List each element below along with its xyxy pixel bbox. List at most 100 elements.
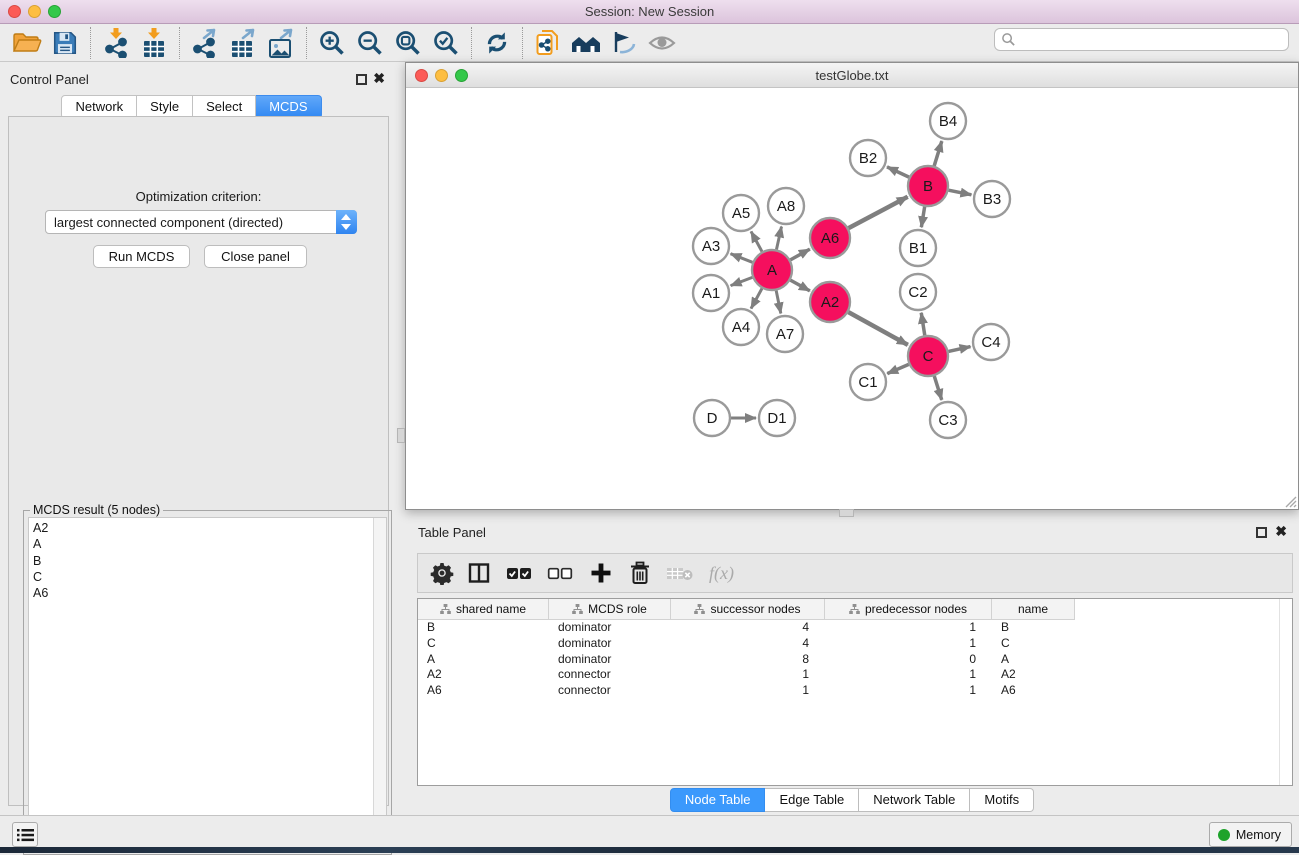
graph-node-A6[interactable]: A6 [810,218,850,258]
graph-node-C3[interactable]: C3 [930,402,966,438]
export-image-button[interactable] [262,26,300,60]
tab-edge-table[interactable]: Edge Table [765,788,859,812]
graph-edge-B-B1[interactable] [921,207,924,228]
graph-edge-A6-B[interactable] [849,197,908,228]
graph-node-A2[interactable]: A2 [810,282,850,322]
float-table-panel-icon[interactable] [1256,527,1267,538]
tab-node-table[interactable]: Node Table [670,788,766,812]
table-row[interactable]: Bdominator41B [418,620,1292,636]
criterion-select[interactable]: largest connected component (directed) [45,210,357,234]
tab-network-table[interactable]: Network Table [859,788,970,812]
add-column-button[interactable] [590,558,612,588]
graph-node-B4[interactable]: B4 [930,103,966,139]
task-history-button[interactable] [12,822,38,847]
import-network-button[interactable] [97,26,135,60]
vertical-splitter-grip[interactable] [397,428,405,443]
graph-node-B2[interactable]: B2 [850,140,886,176]
zoom-out-button[interactable] [351,26,389,60]
table-row[interactable]: A2connector11A2 [418,667,1292,683]
window-resize-grip[interactable] [1283,494,1297,508]
graph-edge-B-B4[interactable] [934,141,942,166]
horizontal-splitter-grip[interactable] [839,509,854,517]
list-item[interactable]: C [33,569,373,585]
table-row[interactable]: A6connector11A6 [418,683,1292,699]
open-file-button[interactable] [8,26,46,60]
graph-node-A4[interactable]: A4 [723,309,759,345]
clone-network-button[interactable] [529,26,567,60]
graph-node-A3[interactable]: A3 [693,228,729,264]
select-all-button[interactable] [506,558,532,588]
graph-node-B3[interactable]: B3 [974,181,1010,217]
graph-edge-A-A4[interactable] [751,288,762,308]
table-row[interactable]: Cdominator41C [418,636,1292,652]
list-scrollbar[interactable] [373,518,386,849]
column-header[interactable]: MCDS role [549,599,671,620]
zoom-fit-button[interactable] [389,26,427,60]
graph-node-D1[interactable]: D1 [759,400,795,436]
show-column-button[interactable] [467,558,491,588]
graph-node-C2[interactable]: C2 [900,274,936,310]
network-canvas[interactable]: B4 B2 B B3 A5A8A6 A3 B1 A A1 C2 A2 A4A7 C4 C C1 C3 D D1 [406,88,1298,509]
table-scrollbar[interactable] [1279,599,1292,785]
delete-table-button[interactable] [666,558,694,588]
close-panel-icon[interactable]: ✖ [373,70,385,86]
close-panel-button[interactable]: Close panel [204,245,307,268]
delete-column-button[interactable] [629,558,651,588]
graph-edge-A-A5[interactable] [751,231,762,251]
graph-node-A[interactable]: A [752,250,792,290]
list-item[interactable]: A [33,536,373,552]
graph-edge-C-C2[interactable] [921,313,925,336]
graph-edge-A-A1[interactable] [731,277,753,285]
zoom-selected-button[interactable] [427,26,465,60]
list-item[interactable]: B [33,553,373,569]
float-panel-icon[interactable] [356,74,367,85]
search-field[interactable] [994,28,1289,51]
column-header[interactable]: shared name [418,599,549,620]
tab-motifs[interactable]: Motifs [970,788,1034,812]
network-window-titlebar[interactable]: testGlobe.txt [406,63,1298,88]
graph-node-A7[interactable]: A7 [767,316,803,352]
apply-layout-button[interactable] [478,26,516,60]
search-input[interactable] [1016,33,1288,47]
list-item[interactable]: A6 [33,585,373,601]
mcds-result-list[interactable]: A2ABCA6 [28,517,387,850]
column-header[interactable]: predecessor nodes [825,599,992,620]
graph-edge-B-B2[interactable] [887,167,909,177]
run-mcds-button[interactable]: Run MCDS [93,245,190,268]
import-table-button[interactable] [135,26,173,60]
export-network-button[interactable] [186,26,224,60]
show-all-button[interactable] [567,26,605,60]
graph-edge-A-A2[interactable] [790,280,809,291]
graph-node-C1[interactable]: C1 [850,364,886,400]
graph-edge-A2-C[interactable] [848,312,907,345]
graph-edge-B-B3[interactable] [949,190,972,195]
graph-node-A5[interactable]: A5 [723,195,759,231]
function-builder-button[interactable]: f(x) [709,558,734,588]
graph-edge-C-C4[interactable] [948,347,970,352]
graph-edge-A-A6[interactable] [790,249,809,260]
graph-edge-A-A3[interactable] [731,254,753,263]
export-table-button[interactable] [224,26,262,60]
graph-edge-A-A7[interactable] [776,291,781,314]
graph-node-C4[interactable]: C4 [973,324,1009,360]
close-table-panel-icon[interactable]: ✖ [1275,523,1287,539]
show-graphics-details-button[interactable] [605,26,643,60]
list-item[interactable]: A2 [33,520,373,536]
memory-button[interactable]: Memory [1209,822,1292,847]
column-header[interactable]: name [992,599,1075,620]
zoom-in-button[interactable] [313,26,351,60]
save-session-button[interactable] [46,26,84,60]
table-row[interactable]: Adominator80A [418,652,1292,668]
graph-node-A8[interactable]: A8 [768,188,804,224]
graph-node-C[interactable]: C [908,336,948,376]
table-settings-button[interactable] [430,558,454,588]
graph-node-B[interactable]: B [908,166,948,206]
deselect-all-button[interactable] [547,558,573,588]
graph-edge-C-C1[interactable] [887,364,908,373]
graph-node-D[interactable]: D [694,400,730,436]
graph-node-B1[interactable]: B1 [900,230,936,266]
toggle-bird-eye-button[interactable] [643,26,681,60]
column-header[interactable]: successor nodes [671,599,825,620]
graph-node-A1[interactable]: A1 [693,275,729,311]
graph-edge-A-A8[interactable] [776,227,781,250]
